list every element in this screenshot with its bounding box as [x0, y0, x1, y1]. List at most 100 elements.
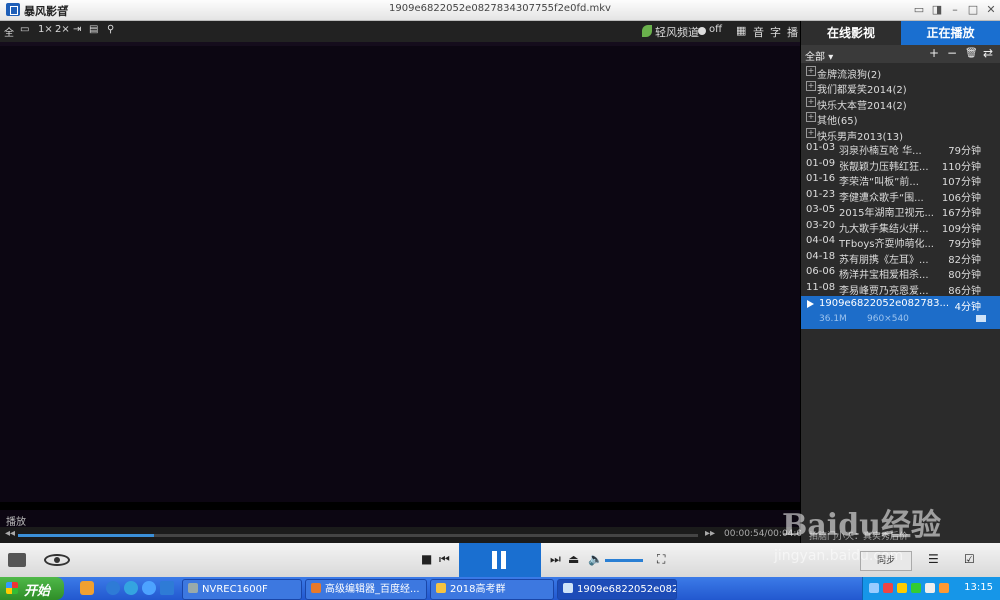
playlist-folder[interactable]: + 金牌流浪狗(2) — [801, 65, 1000, 81]
video-top-edge — [0, 42, 800, 46]
video-area[interactable] — [0, 42, 800, 502]
delete-icon[interactable]: 🗑 — [965, 48, 978, 59]
tray-network-icon[interactable] — [911, 583, 921, 593]
minimize-icon[interactable]: – — [948, 3, 962, 16]
item-date: 06-06 — [806, 266, 836, 277]
item-date: 11-08 — [806, 281, 836, 293]
audio-settings-button[interactable]: 音 — [753, 24, 764, 40]
item-duration: 109分钟 — [941, 223, 981, 235]
windows-logo-icon — [6, 582, 18, 594]
mini-mode-icon[interactable]: ▭ — [912, 3, 926, 16]
playlist-folder[interactable]: + 快乐大本营2014(2) — [801, 96, 1000, 112]
playlist-item[interactable]: 01-16 李荣浩“叫板”前... 107分钟 — [801, 172, 1000, 188]
task-button-qq[interactable]: 2018高考群 — [430, 579, 554, 600]
playlist-item[interactable]: 04-04 TFboys齐耍帅萌化... 79分钟 — [801, 234, 1000, 250]
playlist-item[interactable]: 11-08 李易峰贾乃亮恩爱... 86分钟 — [801, 281, 1000, 297]
tray-volume-icon[interactable] — [925, 583, 935, 593]
size-2x-button[interactable]: 2× — [55, 24, 70, 35]
size-1x-button[interactable]: 1× — [38, 24, 53, 35]
expand-icon[interactable]: + — [806, 96, 816, 107]
expand-icon[interactable]: + — [806, 127, 816, 138]
fit-button[interactable]: ⇥ — [73, 24, 81, 35]
playlist-item[interactable]: 03-20 九大歌手集结火拼... 109分钟 — [801, 219, 1000, 235]
playlist-item[interactable]: 01-23 李健遭众歌手“围... 106分钟 — [801, 188, 1000, 204]
tray-qq-icon[interactable] — [897, 583, 907, 593]
open-folder-icon[interactable] — [976, 315, 986, 322]
volume-slider[interactable] — [605, 559, 643, 562]
sort-icon[interactable]: ⇄ — [983, 46, 993, 60]
active-item-size: 36.1M — [819, 314, 847, 324]
breeze-channel-label[interactable]: 轻风频道 — [655, 24, 699, 40]
task-app-icon — [563, 583, 573, 593]
playlist-filter-dropdown[interactable]: 全部 ▾ — [805, 48, 833, 63]
picture-settings-button[interactable]: ▦ — [736, 24, 746, 37]
fast-forward-icon[interactable]: ▸▸ — [705, 528, 715, 539]
remove-icon[interactable]: − — [947, 46, 957, 60]
eject-icon[interactable]: ⏏ — [568, 552, 579, 566]
item-date: 01-03 — [806, 142, 836, 153]
playback-settings-button[interactable]: 播 — [787, 24, 798, 40]
item-title: 羽泉孙楠互呛 华... — [839, 146, 922, 157]
tray-app-icon[interactable] — [883, 583, 893, 593]
browser-icon[interactable] — [124, 581, 138, 595]
pin-button[interactable]: ⚲ — [107, 24, 114, 35]
item-date: 04-18 — [806, 250, 836, 262]
previous-icon[interactable]: ⏮ — [439, 552, 450, 567]
status-text: 播放 — [6, 517, 26, 528]
item-title: 张靓颖力压韩红狂... — [839, 161, 929, 173]
skin-icon[interactable]: ◨ — [930, 3, 944, 16]
item-title: TFboys齐耍帅萌化... — [839, 239, 934, 250]
tray-arrow-icon[interactable] — [869, 583, 879, 593]
next-icon[interactable]: ⏭ — [550, 552, 561, 567]
playlist-filter-label: 全部 — [805, 52, 825, 63]
playlist-item[interactable]: 01-09 张靓颖力压韩红狂... 110分钟 — [801, 157, 1000, 173]
eye-icon[interactable] — [44, 554, 70, 566]
progress-row: ◂◂ ▸▸ 00:00:54/00:04:05 — [0, 527, 808, 543]
item-title: 李健遭众歌手“围... — [839, 192, 924, 204]
fullscreen-icon[interactable]: ⛶ — [657, 552, 665, 567]
playlist-active-item[interactable]: 1909e6822052e082783... 4分钟 36.1M 960×540 — [801, 296, 1000, 329]
fullscreen-button[interactable]: 全 — [4, 24, 14, 39]
tab-now-playing[interactable]: 正在播放 — [901, 21, 1000, 45]
playlist-item[interactable]: 04-18 苏有朋携《左耳》... 82分钟 — [801, 250, 1000, 266]
subtitle-button[interactable]: 字 — [770, 24, 781, 40]
close-icon[interactable]: ✕ — [984, 3, 998, 16]
player-toolbar: 全 ▭ 1× 2× ⇥ ▤ ⚲ 轻风频道 off ▦ 音 字 播 — [0, 21, 800, 42]
playlist-folder[interactable]: + 其他(65) — [801, 111, 1000, 127]
screenshot-button[interactable]: ▤ — [89, 24, 98, 35]
item-duration: 79分钟 — [948, 239, 981, 250]
item-date: 01-23 — [806, 188, 836, 200]
tab-online-video[interactable]: 在线影视 — [801, 21, 901, 45]
ie-alt-icon[interactable] — [142, 581, 156, 595]
task-button-editor[interactable]: 高级编辑器_百度经... — [305, 579, 427, 600]
progress-bar[interactable] — [18, 534, 698, 537]
expand-icon[interactable]: + — [806, 81, 816, 92]
title-bar: 暴风影音 ▾ 1909e6822052e0827834307755f2e0fd.… — [0, 0, 1000, 21]
playlist-item[interactable]: 03-05 2015年湖南卫视元... 167分钟 — [801, 203, 1000, 219]
stop-icon[interactable]: ■ — [421, 552, 432, 566]
window-size-button[interactable]: ▭ — [20, 24, 29, 35]
task-button-nvrec[interactable]: NVREC1600F — [182, 579, 302, 600]
start-button[interactable]: 开始 — [0, 577, 64, 600]
expand-icon[interactable]: + — [806, 66, 816, 76]
quicklaunch-app-icon[interactable] — [80, 581, 94, 595]
volume-icon[interactable]: 🔈 — [588, 552, 603, 566]
item-duration: 80分钟 — [948, 270, 981, 281]
ie-icon[interactable] — [106, 581, 120, 595]
playlist-item[interactable]: 01-03 羽泉孙楠互呛 华... 79分钟 — [801, 141, 1000, 157]
playlist-folder[interactable]: + 快乐男声2013(13) — [801, 127, 1000, 143]
show-desktop-icon[interactable] — [160, 581, 174, 595]
rewind-icon[interactable]: ◂◂ — [5, 528, 15, 539]
task-button-player[interactable]: 1909e6822052e0827... — [557, 579, 677, 600]
add-icon[interactable]: + — [929, 46, 939, 60]
playlist-item[interactable]: 06-06 杨洋井宝相爱相杀... 80分钟 — [801, 265, 1000, 281]
expand-icon[interactable]: + — [806, 112, 816, 123]
playlist-panel: 在线影视 正在播放 全部 ▾ + − 🗑 ⇄ 1909e6822052e0827… — [801, 21, 1000, 543]
maximize-icon[interactable]: □ — [966, 3, 980, 16]
watermark-logo-text: Baidu经验 — [782, 508, 941, 543]
watermark-url: jingyan.baidu.com — [774, 548, 904, 564]
playlist-folder[interactable]: + 我们都爱笑2014(2) — [801, 80, 1000, 96]
tray-security-icon[interactable] — [939, 583, 949, 593]
toolbox-icon[interactable] — [8, 553, 26, 567]
breeze-toggle[interactable] — [698, 27, 706, 35]
